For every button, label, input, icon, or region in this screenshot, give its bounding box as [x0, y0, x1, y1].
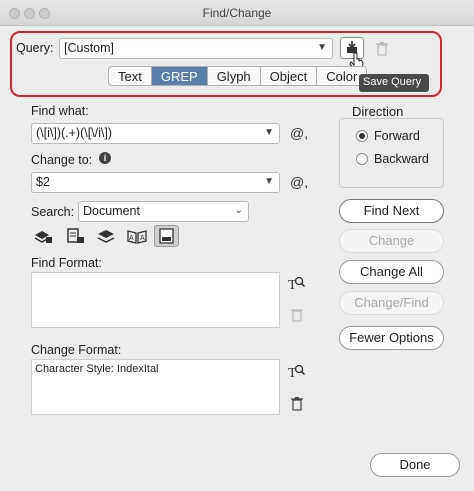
format-search-icon: T [288, 364, 306, 381]
save-query-tooltip: Save Query [359, 74, 429, 92]
change-all-button[interactable]: Change All [339, 260, 444, 284]
chevron-down-icon: ▼ [264, 176, 274, 187]
find-what-value: (\[i\])(.+)(\[\/i\]) [36, 126, 113, 140]
chevron-down-icon: ▼ [264, 127, 274, 138]
search-scope-select[interactable]: Document ⌄ [78, 201, 249, 222]
fewer-options-button[interactable]: Fewer Options [339, 326, 444, 350]
tab-glyph[interactable]: Glyph [208, 67, 261, 85]
format-search-icon: T [288, 276, 306, 293]
special-characters-change-button[interactable]: @, [290, 174, 308, 190]
change-to-value: $2 [36, 175, 50, 189]
find-what-input[interactable]: (\[i\])(.+)(\[\/i\]) ▼ [31, 123, 280, 144]
include-hidden-layers-button[interactable] [96, 227, 116, 245]
tab-grep[interactable]: GREP [151, 67, 208, 85]
master-pages-icon: A A [127, 230, 147, 244]
done-button[interactable]: Done [370, 453, 460, 477]
query-select[interactable]: [Custom] ▼ [59, 38, 333, 59]
direction-label: Direction [352, 104, 404, 119]
delete-query-button[interactable] [375, 41, 389, 59]
change-to-input[interactable]: $2 ▼ [31, 172, 280, 193]
special-characters-find-button[interactable]: @, [290, 125, 308, 141]
include-master-pages-button[interactable]: A A [126, 227, 148, 245]
info-icon[interactable]: i [99, 152, 111, 164]
find-format-box[interactable] [31, 272, 280, 328]
change-to-label: Change to: [31, 153, 93, 167]
change-format-box[interactable]: Character Style: IndexItal [31, 359, 280, 415]
window-title: Find/Change [202, 6, 272, 20]
search-scope-value: Document [83, 204, 140, 218]
chevron-down-icon: ▼ [317, 42, 327, 53]
trash-icon [291, 397, 303, 411]
clear-change-format-button[interactable] [290, 396, 304, 414]
specify-change-format-button[interactable]: T [288, 362, 306, 383]
find-format-value [32, 273, 279, 279]
find-next-button[interactable]: Find Next [339, 199, 444, 223]
backward-label: Backward [374, 152, 429, 166]
query-label: Query: [16, 41, 54, 55]
trash-icon [376, 42, 388, 56]
backward-radio[interactable] [356, 153, 368, 165]
change-find-button[interactable]: Change/Find [339, 291, 444, 315]
include-locked-stories-button[interactable] [66, 227, 86, 245]
find-format-label: Find Format: [31, 256, 102, 270]
footnotes-icon [159, 228, 174, 244]
search-label: Search: [31, 205, 75, 219]
locked-layers-icon [34, 231, 52, 243]
include-locked-layers-button[interactable] [34, 227, 54, 245]
change-format-label: Change Format: [31, 343, 122, 357]
specify-find-format-button[interactable]: T [288, 274, 306, 295]
tab-object[interactable]: Object [261, 67, 318, 85]
trash-icon [291, 309, 303, 322]
locked-stories-icon [67, 228, 84, 243]
include-footnotes-button[interactable] [154, 225, 179, 247]
hidden-layers-icon [97, 230, 115, 243]
forward-radio[interactable] [356, 130, 368, 142]
change-format-value: Character Style: IndexItal [35, 363, 159, 375]
chevron-down-icon: ⌄ [234, 205, 243, 216]
svg-text:A: A [129, 235, 134, 242]
forward-label: Forward [374, 129, 420, 143]
change-button[interactable]: Change [339, 229, 444, 253]
query-value: [Custom] [64, 41, 115, 55]
mode-tabs: Text GREP Glyph Object Color [108, 66, 368, 86]
clear-find-format-button[interactable] [290, 307, 304, 325]
tab-text[interactable]: Text [109, 67, 152, 85]
svg-text:A: A [140, 235, 145, 242]
find-what-label: Find what: [31, 104, 89, 118]
